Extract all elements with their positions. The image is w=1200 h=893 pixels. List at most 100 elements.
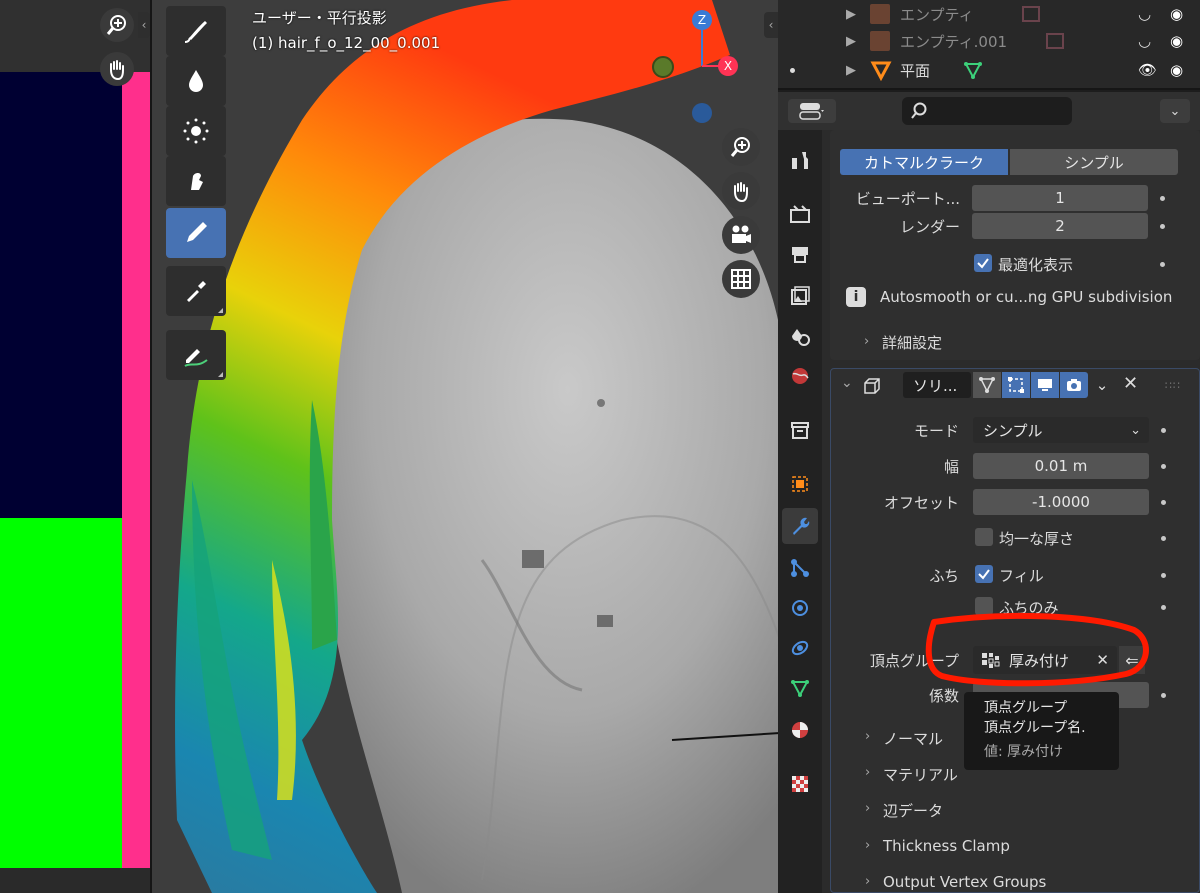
zoom-button[interactable] — [100, 8, 134, 42]
on-cage-toggle[interactable] — [1002, 372, 1030, 398]
catmull-clark-button[interactable]: カトマルクラーク — [840, 149, 1008, 175]
tool-sample-weight[interactable] — [166, 266, 226, 316]
chevron-right-icon[interactable]: › — [865, 838, 870, 853]
hide-viewport-icon[interactable]: ◡ — [1138, 5, 1151, 23]
brush-icon — [184, 21, 207, 43]
tooltip-description: 頂点グループ名. — [984, 720, 1086, 736]
hide-viewport-icon[interactable]: ◡ — [1138, 32, 1151, 50]
tool-smear[interactable] — [166, 156, 226, 206]
tab-particles[interactable] — [782, 550, 818, 586]
chevron-right-icon[interactable]: › — [865, 874, 870, 889]
gizmo-x-axis[interactable]: X — [718, 56, 738, 76]
render-icon — [790, 205, 810, 223]
toggle-perspective-button[interactable] — [722, 260, 760, 298]
advanced-subpanel-title[interactable]: 詳細設定 — [882, 332, 942, 353]
expand-arrow-icon[interactable]: ▶ — [846, 63, 856, 78]
keyframe-dot[interactable] — [1161, 464, 1166, 469]
gizmo-z-negative[interactable] — [692, 103, 712, 123]
tool-average[interactable] — [166, 106, 226, 156]
properties-search-input[interactable] — [902, 97, 1072, 125]
thickness-field[interactable]: 0.01 m — [973, 453, 1149, 479]
edit-mode-toggle[interactable] — [973, 372, 1001, 398]
tool-blur[interactable] — [166, 56, 226, 106]
sidebar-collapse-arrow[interactable]: ‹ — [764, 12, 778, 38]
viewport-zoom-button[interactable] — [722, 128, 760, 166]
thickness-clamp-subpanel-title[interactable]: Thickness Clamp — [883, 837, 1010, 855]
camera-render-icon[interactable]: ◉ — [1170, 32, 1183, 50]
toolbar-collapse-arrow[interactable]: ‹ — [138, 12, 150, 38]
tool-weight-gradient[interactable] — [166, 208, 226, 258]
keyframe-dot[interactable] — [1160, 196, 1165, 201]
keyframe-dot[interactable] — [1161, 536, 1166, 541]
camera-view-button[interactable] — [722, 216, 760, 254]
drag-handle[interactable]: ∷∷ — [1165, 379, 1181, 392]
properties-editor-icon — [799, 103, 824, 120]
zoom-icon — [106, 15, 126, 35]
chevron-right-icon[interactable]: › — [865, 729, 870, 744]
keyframe-dot[interactable] — [1161, 428, 1166, 433]
fill-rim-checkbox[interactable] — [975, 565, 993, 583]
camera-render-icon[interactable]: ◉ — [1170, 61, 1183, 79]
realtime-toggle[interactable] — [1031, 372, 1059, 398]
editmode-icon — [979, 377, 995, 393]
chevron-right-icon[interactable]: › — [865, 801, 870, 816]
outliner-row[interactable]: ▶ エンプティ ◡ ◉ — [778, 0, 1200, 28]
outliner-row[interactable]: ▶ エンプティ.001 ◡ ◉ — [778, 27, 1200, 55]
chevron-down-icon[interactable]: ⌄ — [841, 375, 853, 391]
chevron-right-icon[interactable]: › — [864, 334, 869, 349]
viewport-levels-field[interactable]: 1 — [972, 185, 1148, 211]
simple-subdiv-button[interactable]: シンプル — [1010, 149, 1178, 175]
tab-object-data[interactable] — [782, 670, 818, 706]
gizmo-z-axis[interactable]: Z — [692, 10, 712, 30]
tab-object[interactable] — [782, 466, 818, 502]
normals-subpanel-title[interactable]: ノーマル — [883, 728, 943, 749]
chevron-right-icon[interactable]: › — [865, 765, 870, 780]
tool-draw-brush[interactable] — [166, 6, 226, 56]
tab-modifiers[interactable] — [782, 508, 818, 544]
keyframe-dot[interactable] — [1160, 262, 1165, 267]
chevron-down-icon[interactable]: ⌄ — [1091, 374, 1113, 396]
tab-collection[interactable] — [782, 412, 818, 448]
tab-texture[interactable] — [782, 766, 818, 802]
render-toggle[interactable] — [1060, 372, 1088, 398]
tab-scene[interactable] — [782, 318, 818, 354]
edge-data-subpanel-title[interactable]: 辺データ — [883, 800, 943, 821]
tab-output[interactable] — [782, 236, 818, 272]
properties-header: ⌄ — [778, 92, 1200, 130]
gizmo-y-negative[interactable] — [652, 56, 674, 78]
keyframe-dot[interactable] — [1161, 605, 1166, 610]
tab-tool[interactable] — [782, 142, 818, 178]
viewport-pan-button[interactable] — [722, 172, 760, 210]
offset-field[interactable]: -1.0000 — [973, 489, 1149, 515]
camera-render-icon[interactable]: ◉ — [1170, 5, 1183, 23]
outliner-item-label: エンプティ — [900, 5, 974, 24]
tab-material[interactable] — [782, 712, 818, 748]
keyframe-dot[interactable] — [1161, 573, 1166, 578]
tab-constraints[interactable] — [782, 630, 818, 666]
keyframe-dot[interactable] — [1160, 224, 1165, 229]
expand-arrow-icon[interactable]: ▶ — [846, 7, 856, 22]
editor-type-dropdown[interactable] — [788, 99, 836, 123]
render-levels-field[interactable]: 2 — [972, 213, 1148, 239]
expand-arrow-icon[interactable]: ▶ — [846, 34, 856, 49]
tab-view-layer[interactable] — [782, 278, 818, 314]
tab-world[interactable] — [782, 358, 818, 394]
eye-icon[interactable]: 👁 — [1138, 61, 1157, 79]
even-thickness-checkbox[interactable] — [975, 528, 993, 546]
mode-dropdown[interactable]: シンプル ⌄ — [973, 417, 1149, 443]
wrench-icon — [793, 517, 810, 535]
tab-render[interactable] — [782, 196, 818, 232]
tool-annotate[interactable] — [166, 330, 226, 380]
3d-viewport[interactable]: ユーザー・平行投影 (1) hair_f_o_12_00_0.001 Z X ‹ — [150, 0, 778, 893]
remove-modifier-button[interactable]: ✕ — [1123, 373, 1138, 394]
keyframe-dot[interactable] — [1161, 500, 1166, 505]
keyframe-dot[interactable] — [1161, 693, 1166, 698]
outliner-row[interactable]: ▶ 平面 👁 ◉ — [778, 56, 1200, 84]
options-dropdown[interactable]: ⌄ — [1160, 99, 1190, 123]
modifier-name-input[interactable]: ソリ... — [903, 372, 971, 398]
output-vertex-groups-subpanel-title[interactable]: Output Vertex Groups — [883, 873, 1046, 891]
materials-subpanel-title[interactable]: マテリアル — [883, 764, 958, 785]
tab-physics[interactable] — [782, 590, 818, 626]
pan-button[interactable] — [100, 52, 134, 86]
optimal-display-checkbox[interactable] — [974, 254, 992, 272]
